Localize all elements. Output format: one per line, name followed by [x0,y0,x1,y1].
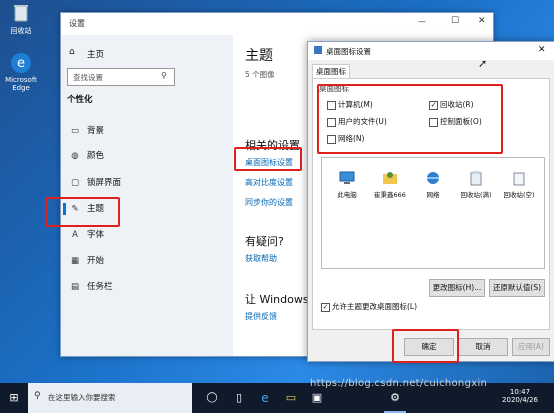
computer-icon [339,170,355,186]
theme-icon: ✎ [71,204,79,214]
search-placeholder: 查找设置 [73,73,103,82]
related-heading: 相关的设置 [245,139,300,152]
edge-icon: e [10,52,32,74]
image-icon: ▭ [70,126,80,136]
palette-icon: ◍ [71,151,79,161]
search-icon: ⚲ [161,71,167,80]
icon-preview-list[interactable]: 此电脑 崔秉鑫666 网络 回收站(满) 回收站(空) [321,157,545,269]
checkbox-box [327,101,336,110]
sidebar-item-taskbar[interactable]: ▤ 任务栏 [67,279,227,295]
user-folder-icon [382,170,398,186]
desktop-icon-edge[interactable]: e Microsoft Edge [4,52,38,92]
desktop-icon-settings-link[interactable]: 桌面图标设置 [245,157,293,168]
sidebar-item-lock-screen[interactable]: ▢ 锁屏界面 [67,175,227,191]
watermark: https://blog.csdn.net/cuichongxin [310,378,488,389]
clock-time: 10:47 [509,388,531,396]
page-subtitle: 5 个图像 [245,70,275,79]
desktop-icon-recycle-bin[interactable]: 回收站 [4,2,38,36]
home-link[interactable]: ⌂ 主页 [67,47,227,61]
svg-text:e: e [17,56,25,71]
icon-item-recycle-full[interactable]: 回收站(满) [454,170,498,199]
font-icon: A [72,230,78,240]
sidebar-item-colors[interactable]: ◍ 颜色 [67,148,227,164]
edge-taskbar-icon[interactable]: e [254,383,276,413]
dialog-title: 桌面图标设置 [326,47,371,56]
icon-item-recycle-empty[interactable]: 回收站(空) [497,170,541,199]
clock[interactable]: 10:47 2020/4/26 [490,383,550,413]
apply-button[interactable]: 应用(A) [512,338,550,356]
page-title: 主题 [245,48,273,64]
checkbox-box [327,135,336,144]
window-title: 设置 [69,19,85,28]
change-icon-button[interactable]: 更改图标(H)... [429,279,485,297]
desktop-icon-label: Microsoft Edge [5,76,37,92]
search-input[interactable]: 查找设置 ⚲ [67,68,175,86]
search-icon: ⚲ [34,391,41,401]
tab-desktop-icons[interactable]: 桌面图标 [312,64,350,79]
settings-title-bar: 设置 — ☐ ✕ [61,13,493,35]
checkbox-box [327,118,336,127]
icon-item-network[interactable]: 网络 [411,170,455,199]
icon-item-this-pc[interactable]: 此电脑 [325,170,369,199]
sync-settings-link[interactable]: 同步你的设置 [245,197,293,208]
maximize-button[interactable]: ☐ [451,16,459,26]
dialog-close-button[interactable]: ✕ [538,45,546,55]
checkbox-box: ✓ [321,303,330,312]
sidebar-item-themes[interactable]: ✎ 主题 [63,201,227,217]
task-view-button-icon[interactable]: ▯ [228,383,250,413]
minimize-button[interactable]: — [418,17,426,26]
sidebar-item-background[interactable]: ▭ 背景 [67,123,227,139]
tab-panel: 桌面图标 计算机(M) ✓ 回收站(R) 用户的文件(U) 控制面板(O) 网络(… [312,78,550,330]
question-heading: 有疑问? [245,235,284,248]
sidebar-item-start[interactable]: ▦ 开始 [67,253,227,269]
high-contrast-link[interactable]: 高对比度设置 [245,177,293,188]
help-link[interactable]: 获取帮助 [245,253,277,264]
recycle-bin-icon [10,2,32,24]
network-icon [425,170,441,186]
file-explorer-icon[interactable]: ▭ [280,383,302,413]
home-label: 主页 [87,50,105,60]
taskbar-search-placeholder: 在这里输入你要搜索 [48,393,116,402]
start-icon: ▦ [70,256,80,266]
restore-default-button[interactable]: 还原默认值(S) [489,279,545,297]
sidebar-item-fonts[interactable]: A 字体 [67,227,227,243]
windows-start-button[interactable]: ⊞ [0,383,28,413]
checkbox-box: ✓ [429,101,438,110]
cancel-button[interactable]: 取消 [458,338,508,356]
close-button[interactable]: ✕ [478,16,486,26]
icon-item-user-folder[interactable]: 崔秉鑫666 [368,170,412,199]
mouse-cursor-icon: ➚ [478,57,488,70]
dialog-title-bar: 桌面图标设置 ✕ [308,42,554,60]
feedback-link[interactable]: 提供反馈 [245,311,277,322]
dialog-app-icon [314,46,322,54]
checkbox-box [429,118,438,127]
group-label: 桌面图标 [319,84,349,93]
clock-date: 2020/4/26 [502,396,538,404]
lock-screen-icon: ▢ [70,178,80,188]
recycle-bin-full-icon [468,170,484,186]
home-icon: ⌂ [69,47,75,57]
task-view-icon[interactable]: ◯ [202,383,222,413]
selected-indicator [63,203,66,215]
section-title: 个性化 [67,95,93,105]
recycle-bin-empty-icon [511,170,527,186]
taskbar-icon: ▤ [70,282,80,292]
desktop-icon-label: 回收站 [10,27,32,35]
settings-sidebar: ← ⌂ 主页 查找设置 ⚲ 个性化 ▭背景 ◍颜色 ▢锁屏界面 ✎主题 A字体 … [61,35,233,356]
desktop-icon-settings-dialog: 桌面图标设置 ✕ 桌面图标 桌面图标 计算机(M) ✓ 回收站(R) 用户的文件(… [307,41,554,362]
ok-button[interactable]: 确定 [404,338,454,356]
taskbar-search-box[interactable]: ⚲ 在这里输入你要搜索 [28,383,192,413]
